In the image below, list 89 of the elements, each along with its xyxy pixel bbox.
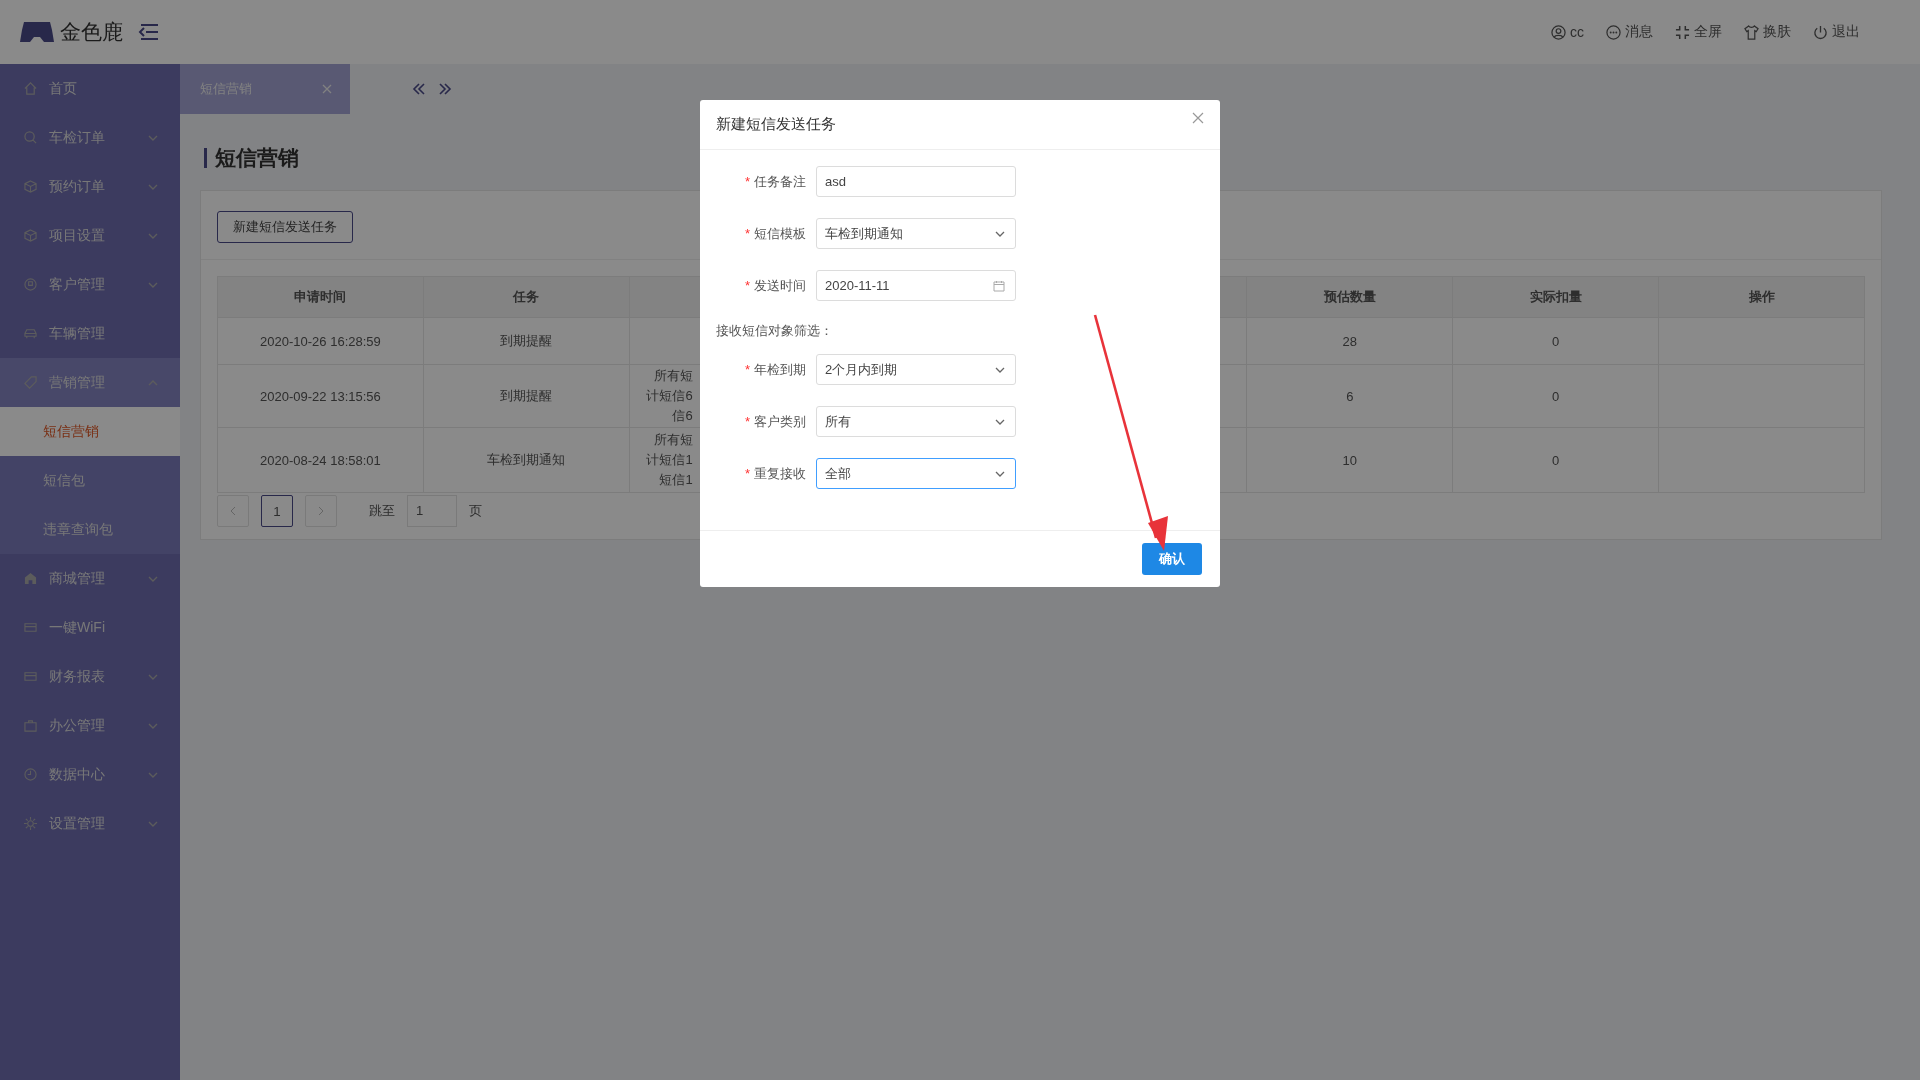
close-icon[interactable] — [1192, 111, 1204, 124]
search-icon — [24, 131, 37, 144]
confirm-button[interactable]: 确认 — [1142, 543, 1202, 575]
column-header: 申请时间 — [294, 289, 347, 304]
table-cell: 到期提醒 — [500, 333, 553, 348]
field-label: 重复接收 — [754, 465, 806, 481]
skin-link[interactable]: 换肤 — [1744, 23, 1791, 41]
required-mark: * — [744, 277, 750, 293]
logo-text: 金色鹿 — [60, 19, 123, 45]
chevron-down-icon — [995, 418, 1005, 425]
chevron-down-icon — [995, 366, 1005, 373]
table-cell: 6 — [1346, 388, 1354, 404]
car-icon — [24, 327, 37, 340]
cell-text: 所有短 — [652, 367, 693, 385]
select-field[interactable]: 车检到期通知 — [816, 218, 1016, 249]
briefcase-icon — [24, 719, 37, 732]
new-task-button[interactable]: 新建短信发送任务 — [217, 211, 353, 243]
table-cell: 0 — [1552, 333, 1560, 349]
calendar-icon — [993, 279, 1005, 292]
shop-icon — [24, 572, 37, 585]
select-field[interactable]: 所有 — [816, 406, 1016, 437]
column-header: 预估数量 — [1323, 289, 1376, 304]
cell-text: 短信1 — [658, 471, 693, 489]
cell-text: 计短信6 — [645, 387, 693, 405]
double-left-icon[interactable] — [412, 83, 426, 95]
field-label: 客户类别 — [754, 413, 806, 429]
logout-link[interactable]: 退出 — [1813, 23, 1860, 41]
field-label: 年检到期 — [754, 361, 806, 377]
table-cell: 2020-10-26 16:28:59 — [260, 333, 381, 349]
column-header: 操作 — [1748, 289, 1775, 304]
required-mark: * — [744, 465, 750, 481]
gear-icon — [24, 817, 37, 830]
table-cell: 车检到期通知 — [487, 452, 566, 467]
fullscreen-icon — [1675, 24, 1690, 40]
sidebar-item[interactable]: 财务报表 — [0, 652, 180, 701]
field-label: 发送时间 — [754, 277, 806, 293]
table-cell: 0 — [1552, 388, 1560, 404]
select-field[interactable]: 全部 — [816, 458, 1016, 489]
home-icon — [24, 82, 37, 95]
field-label: 任务备注 — [754, 173, 806, 189]
chat-icon — [1606, 24, 1621, 40]
shirt-icon — [1744, 24, 1759, 40]
input-field[interactable]: asd — [816, 166, 1016, 197]
sidebar-item[interactable]: 项目设置 — [0, 211, 180, 260]
message-link[interactable]: 消息 — [1606, 23, 1653, 41]
card-icon — [24, 621, 37, 634]
cell-text: 所有短 — [652, 431, 693, 449]
sidebar-item[interactable]: 数据中心 — [0, 750, 180, 799]
dialog-title: 新建短信发送任务 — [716, 115, 836, 134]
table-cell: 到期提醒 — [500, 388, 553, 403]
section-label: 接收短信对象筛选： — [716, 322, 834, 340]
clock-icon — [24, 768, 37, 781]
fullscreen-link[interactable]: 全屏 — [1675, 23, 1722, 41]
required-mark: * — [744, 413, 750, 429]
table-cell: 2020-08-24 18:58:01 — [260, 452, 381, 468]
required-mark: * — [744, 173, 750, 189]
cell-text: 计短信1 — [645, 451, 693, 469]
table-cell: 2020-09-22 13:15:56 — [260, 388, 381, 404]
page-jump-field[interactable]: 1 — [407, 495, 457, 527]
date-field[interactable]: 2020-11-11 — [816, 270, 1016, 301]
double-right-icon[interactable] — [438, 83, 452, 95]
chevron-down-icon — [995, 230, 1005, 237]
page-number[interactable]: 1 — [261, 495, 293, 527]
field-label: 短信模板 — [754, 225, 806, 241]
required-mark: * — [744, 225, 750, 241]
table-cell: 28 — [1342, 333, 1358, 349]
sidebar-item[interactable]: 一键WiFi — [0, 603, 180, 652]
sidebar-subitem[interactable]: 短信营销 — [0, 407, 180, 456]
table-cell: 0 — [1552, 452, 1560, 468]
required-mark: * — [744, 361, 750, 377]
table-cell: 10 — [1342, 452, 1358, 468]
page-suffix: 页 — [469, 502, 482, 520]
chevron-down-icon — [995, 470, 1005, 477]
power-icon — [1813, 24, 1828, 40]
box-icon — [24, 180, 37, 193]
box-icon — [24, 229, 37, 242]
sidebar-item[interactable]: 首页 — [0, 64, 180, 113]
menu-fold-icon[interactable] — [137, 23, 159, 41]
column-header: 任务 — [513, 289, 540, 304]
user-link[interactable]: cc — [1551, 23, 1584, 41]
chevron-right-icon — [318, 506, 324, 516]
sidebar-item[interactable]: 车检订单 — [0, 113, 180, 162]
sidebar-item[interactable]: 预约订单 — [0, 162, 180, 211]
chevron-left-icon — [230, 506, 236, 516]
jump-label: 跳至 — [369, 502, 395, 520]
select-field[interactable]: 2个月内到期 — [816, 354, 1016, 385]
card-icon — [24, 670, 37, 683]
cell-text: 信6 — [671, 407, 693, 425]
column-header: 实际扣量 — [1529, 289, 1582, 304]
